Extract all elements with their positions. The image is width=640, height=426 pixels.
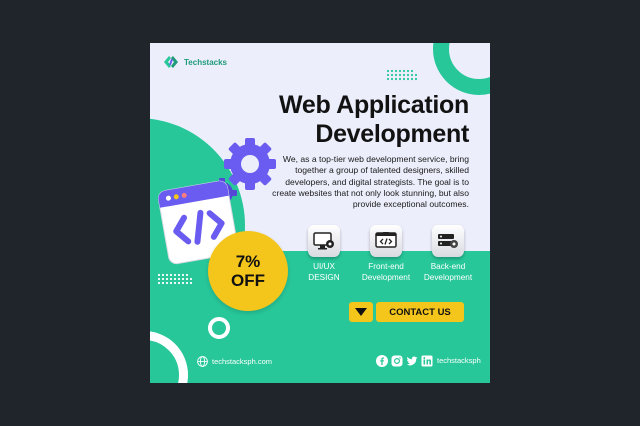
service-label-line-2: Development <box>423 272 473 282</box>
gear-large-icon <box>224 138 276 190</box>
techstacks-logo-icon <box>164 56 178 68</box>
code-window-icon <box>370 225 402 257</box>
service-label-line-1: UI/UX <box>313 262 335 271</box>
service-ui-ux[interactable]: UI/UX DESIGN <box>292 225 356 283</box>
service-label-line-1: Front-end <box>368 262 404 271</box>
brand-name: Techstacks <box>184 57 227 67</box>
title-line-2: Development <box>315 120 469 148</box>
service-label-line-1: Back-end <box>430 262 466 271</box>
brand-logo-group[interactable]: Techstacks <box>163 54 227 70</box>
promo-card: Techstacks Web Application Development W… <box>150 43 490 383</box>
discount-word: OFF <box>231 271 265 290</box>
facebook-icon[interactable] <box>375 354 388 367</box>
contact-us-button[interactable]: CONTACT US <box>376 302 464 322</box>
globe-icon <box>197 356 208 367</box>
service-label-line-2: DESIGN <box>308 272 340 282</box>
title-line-1: Web Application <box>279 91 469 119</box>
page-title: Web Application Development <box>279 91 469 149</box>
discount-badge: 7% OFF <box>208 231 288 311</box>
twitter-icon[interactable] <box>405 354 418 367</box>
linkedin-icon[interactable] <box>420 354 433 367</box>
ring-decoration-small <box>208 317 230 339</box>
service-front-end[interactable]: Front-end Development <box>354 225 418 283</box>
social-links: techstacksph <box>375 354 481 367</box>
contact-cta-group: CONTACT US <box>349 302 464 322</box>
discount-percent: 7% <box>235 252 261 271</box>
service-description: We, as a top-tier web development servic… <box>272 154 469 210</box>
monitor-gear-icon <box>308 225 340 257</box>
website-url: techstacksph.com <box>212 357 273 366</box>
social-handle: techstacksph <box>437 356 481 365</box>
instagram-icon[interactable] <box>390 354 403 367</box>
footer-website[interactable]: techstacksph.com <box>197 356 272 367</box>
server-gear-icon <box>432 225 464 257</box>
triangle-down-icon[interactable] <box>349 302 373 322</box>
service-back-end[interactable]: Back-end Development <box>416 225 480 283</box>
service-label-line-2: Development <box>361 272 411 282</box>
ring-decoration-top-right <box>433 43 490 95</box>
dot-grid-top <box>386 69 418 81</box>
